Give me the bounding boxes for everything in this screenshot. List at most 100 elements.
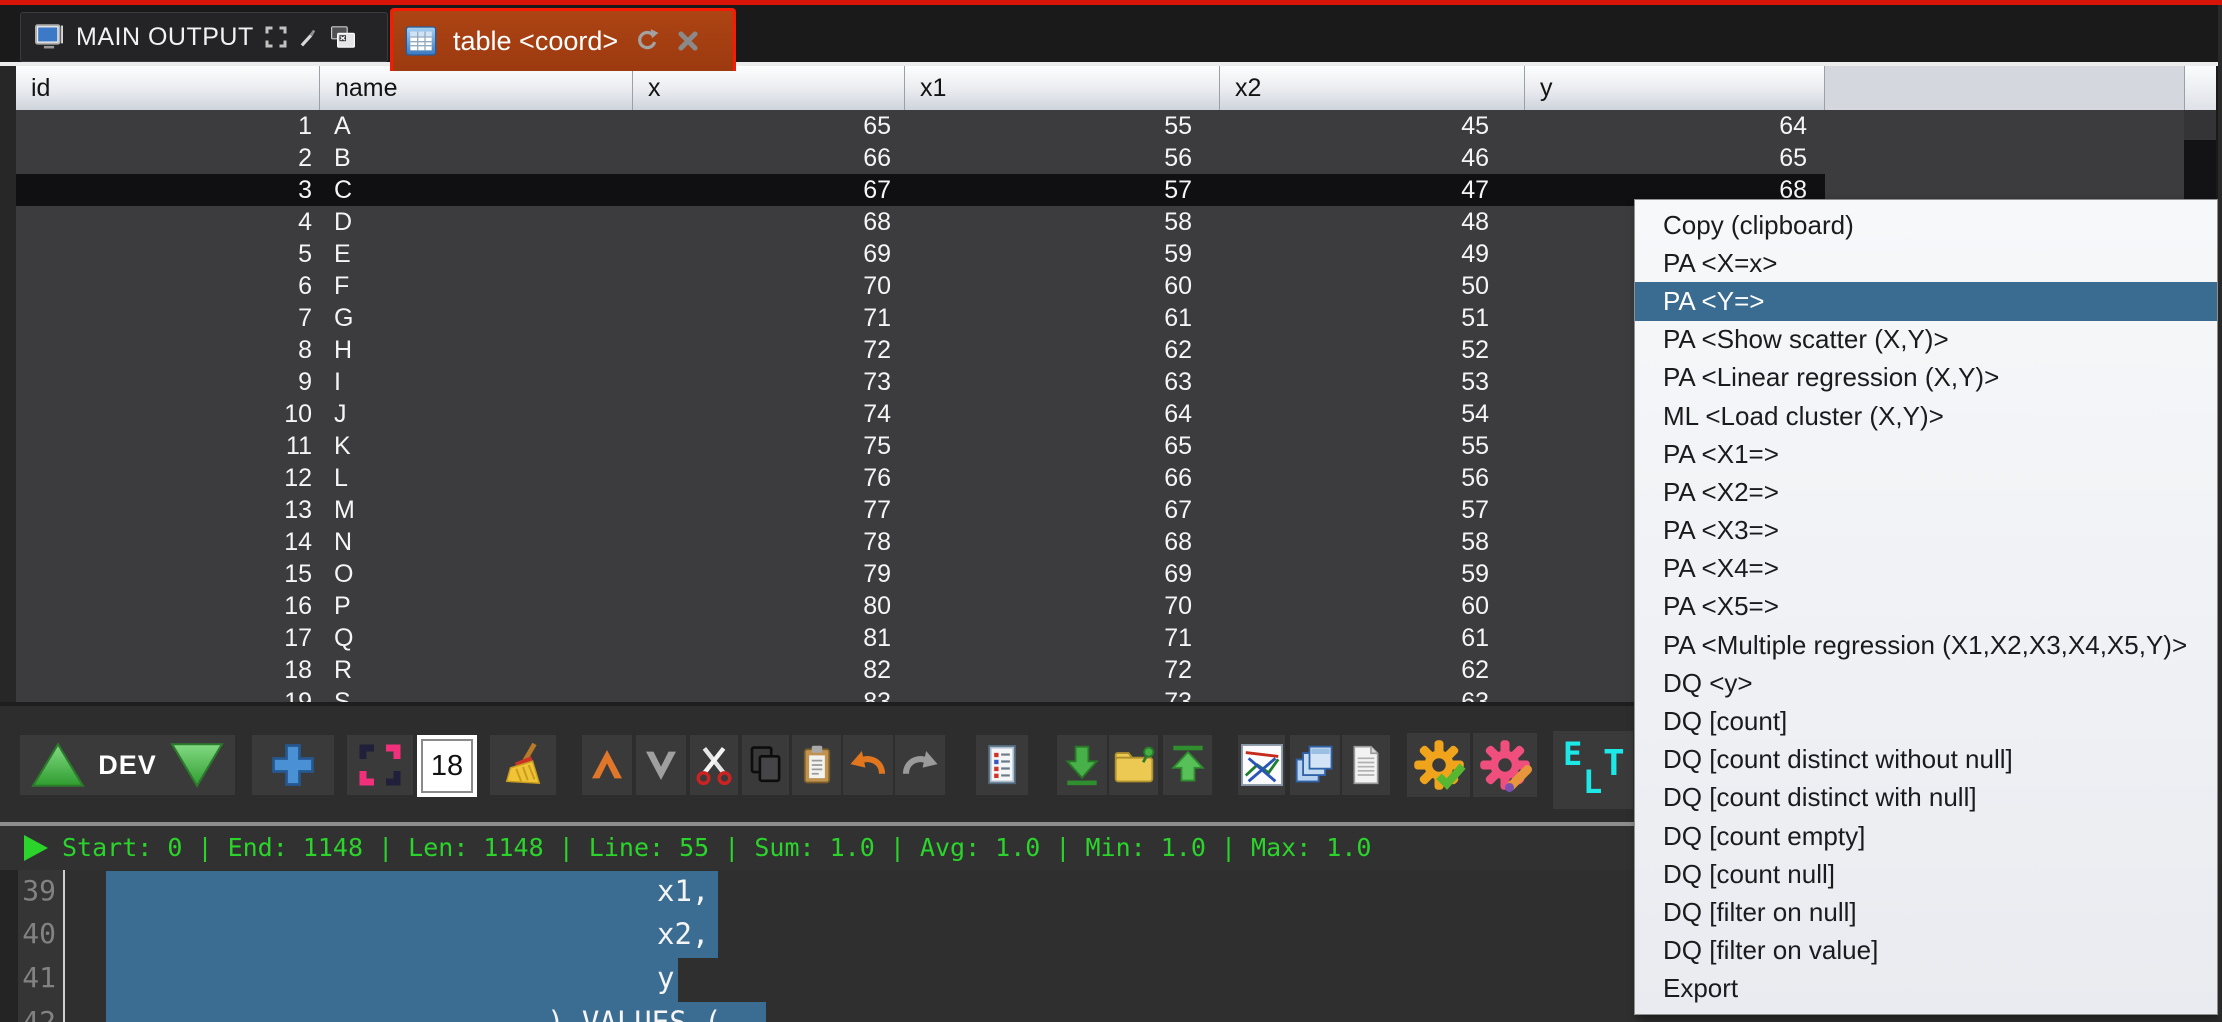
menu-item[interactable]: Copy (clipboard): [1635, 206, 2217, 244]
table-row[interactable]: 2B66564665: [16, 142, 1825, 174]
cell-name: A: [320, 110, 633, 142]
export-button[interactable]: [1163, 735, 1212, 795]
open-folder-button[interactable]: [1109, 735, 1158, 795]
cell-name: B: [320, 142, 633, 174]
close-icon[interactable]: [676, 29, 700, 53]
column-header-id[interactable]: id: [16, 66, 320, 110]
copy-icon: [745, 744, 787, 786]
menu-item[interactable]: DQ [count distinct with null]: [1635, 779, 2217, 817]
dev-run-group[interactable]: DEV: [20, 735, 235, 795]
menu-item[interactable]: PA <Multiple regression (X1,X2,X3,X4,X5,…: [1635, 626, 2217, 664]
reload-icon[interactable]: [634, 28, 660, 54]
copy-windows-icon[interactable]: [329, 25, 357, 49]
menu-item[interactable]: PA <X5=>: [1635, 588, 2217, 626]
column-header-x2[interactable]: x2: [1220, 66, 1525, 110]
fullscreen-icon[interactable]: [265, 26, 287, 48]
menu-item[interactable]: DQ [filter on null]: [1635, 893, 2217, 931]
import-button[interactable]: [1057, 735, 1107, 795]
cell-y: 65: [1525, 142, 1825, 174]
chart-button[interactable]: [1238, 735, 1285, 795]
table-row[interactable]: 6F706050: [16, 270, 1825, 302]
cut-button[interactable]: [690, 735, 738, 795]
table-row[interactable]: 1A65554564: [16, 110, 1825, 142]
upload-icon: [1166, 743, 1210, 787]
cell-x1: 73: [905, 686, 1220, 702]
table-row[interactable]: 7G716151: [16, 302, 1825, 334]
app-window: MAIN OUTPUT: [0, 0, 2222, 1022]
menu-item[interactable]: PA <Linear regression (X,Y)>: [1635, 359, 2217, 397]
cell-x1: 66: [905, 462, 1220, 494]
selection-button[interactable]: [347, 735, 413, 795]
new-document-button[interactable]: [1342, 735, 1390, 795]
editor-selection: [106, 958, 678, 1002]
column-header-name[interactable]: name: [320, 66, 633, 110]
cell-x2: 60: [1220, 590, 1525, 622]
cell-x: 77: [633, 494, 905, 526]
table-row[interactable]: 19S837363: [16, 686, 1825, 702]
menu-item[interactable]: ML <Load cluster (X,Y)>: [1635, 397, 2217, 435]
menu-item[interactable]: DQ [count null]: [1635, 855, 2217, 893]
menu-item[interactable]: PA <X3=>: [1635, 512, 2217, 550]
cell-x: 71: [633, 302, 905, 334]
menu-item[interactable]: DQ [filter on value]: [1635, 932, 2217, 970]
menu-item[interactable]: PA <X1=>: [1635, 435, 2217, 473]
count-input[interactable]: [421, 739, 473, 793]
column-header-y[interactable]: y: [1525, 66, 1825, 110]
windows-button[interactable]: [1290, 735, 1340, 795]
menu-item[interactable]: DQ <y>: [1635, 664, 2217, 702]
table-row[interactable]: 3C67574768: [16, 174, 1825, 206]
table-row[interactable]: 10J746454: [16, 398, 1825, 430]
menu-item[interactable]: PA <Y=>: [1635, 282, 2217, 320]
table-row[interactable]: 16P807060: [16, 590, 1825, 622]
settings-check-button[interactable]: [1407, 733, 1470, 797]
column-header-x[interactable]: x: [633, 66, 905, 110]
clean-button[interactable]: [490, 735, 556, 795]
table-row[interactable]: 5E695949: [16, 238, 1825, 270]
menu-item[interactable]: PA <X2=>: [1635, 473, 2217, 511]
run-down-triangle-icon[interactable]: [169, 741, 225, 789]
cell-x: 68: [633, 206, 905, 238]
tab-table-coord[interactable]: table <coord>: [390, 8, 736, 71]
table-row[interactable]: 14N786858: [16, 526, 1825, 558]
menu-item[interactable]: Export: [1635, 970, 2217, 1008]
menu-item[interactable]: DQ [count empty]: [1635, 817, 2217, 855]
cell-x2: 51: [1220, 302, 1525, 334]
redo-button[interactable]: [895, 735, 945, 795]
table-row[interactable]: 18R827262: [16, 654, 1825, 686]
table-row[interactable]: 15O796959: [16, 558, 1825, 590]
cell-name: R: [320, 654, 633, 686]
menu-item[interactable]: DQ [count distinct without null]: [1635, 741, 2217, 779]
move-down-button[interactable]: [636, 735, 686, 795]
copy-button[interactable]: [742, 735, 789, 795]
menu-item[interactable]: PA <Show scatter (X,Y)>: [1635, 321, 2217, 359]
menu-item[interactable]: DQ [count]: [1635, 702, 2217, 740]
table-row[interactable]: 4D685848: [16, 206, 1825, 238]
menu-item[interactable]: PA <X=x>: [1635, 244, 2217, 282]
table-row[interactable]: 13M776757: [16, 494, 1825, 526]
scrollbar-thumb[interactable]: [2184, 140, 2216, 200]
undo-button[interactable]: [843, 735, 893, 795]
table-row[interactable]: 11K756555: [16, 430, 1825, 462]
tab-table-label: table <coord>: [453, 26, 618, 57]
cell-x2: 49: [1220, 238, 1525, 270]
tab-main-output[interactable]: MAIN OUTPUT: [20, 12, 388, 62]
column-header-x1[interactable]: x1: [905, 66, 1220, 110]
cell-id: 10: [16, 398, 320, 430]
brush-icon[interactable]: [298, 26, 318, 48]
paste-button[interactable]: [792, 735, 841, 795]
cell-id: 15: [16, 558, 320, 590]
settings-edit-button[interactable]: [1473, 733, 1537, 797]
move-up-button[interactable]: [582, 735, 632, 795]
table-row[interactable]: 9I736353: [16, 366, 1825, 398]
run-up-triangle-icon[interactable]: [30, 741, 86, 789]
cell-x1: 60: [905, 270, 1220, 302]
elt-button[interactable]: E L T: [1553, 731, 1633, 809]
table-row[interactable]: 8H726252: [16, 334, 1825, 366]
add-button[interactable]: [252, 735, 334, 795]
view-log-button[interactable]: [976, 735, 1028, 795]
elt-letter-l: L: [1583, 763, 1602, 801]
cell-x1: 62: [905, 334, 1220, 366]
menu-item[interactable]: PA <X4=>: [1635, 550, 2217, 588]
table-row[interactable]: 17Q817161: [16, 622, 1825, 654]
table-row[interactable]: 12L766656: [16, 462, 1825, 494]
